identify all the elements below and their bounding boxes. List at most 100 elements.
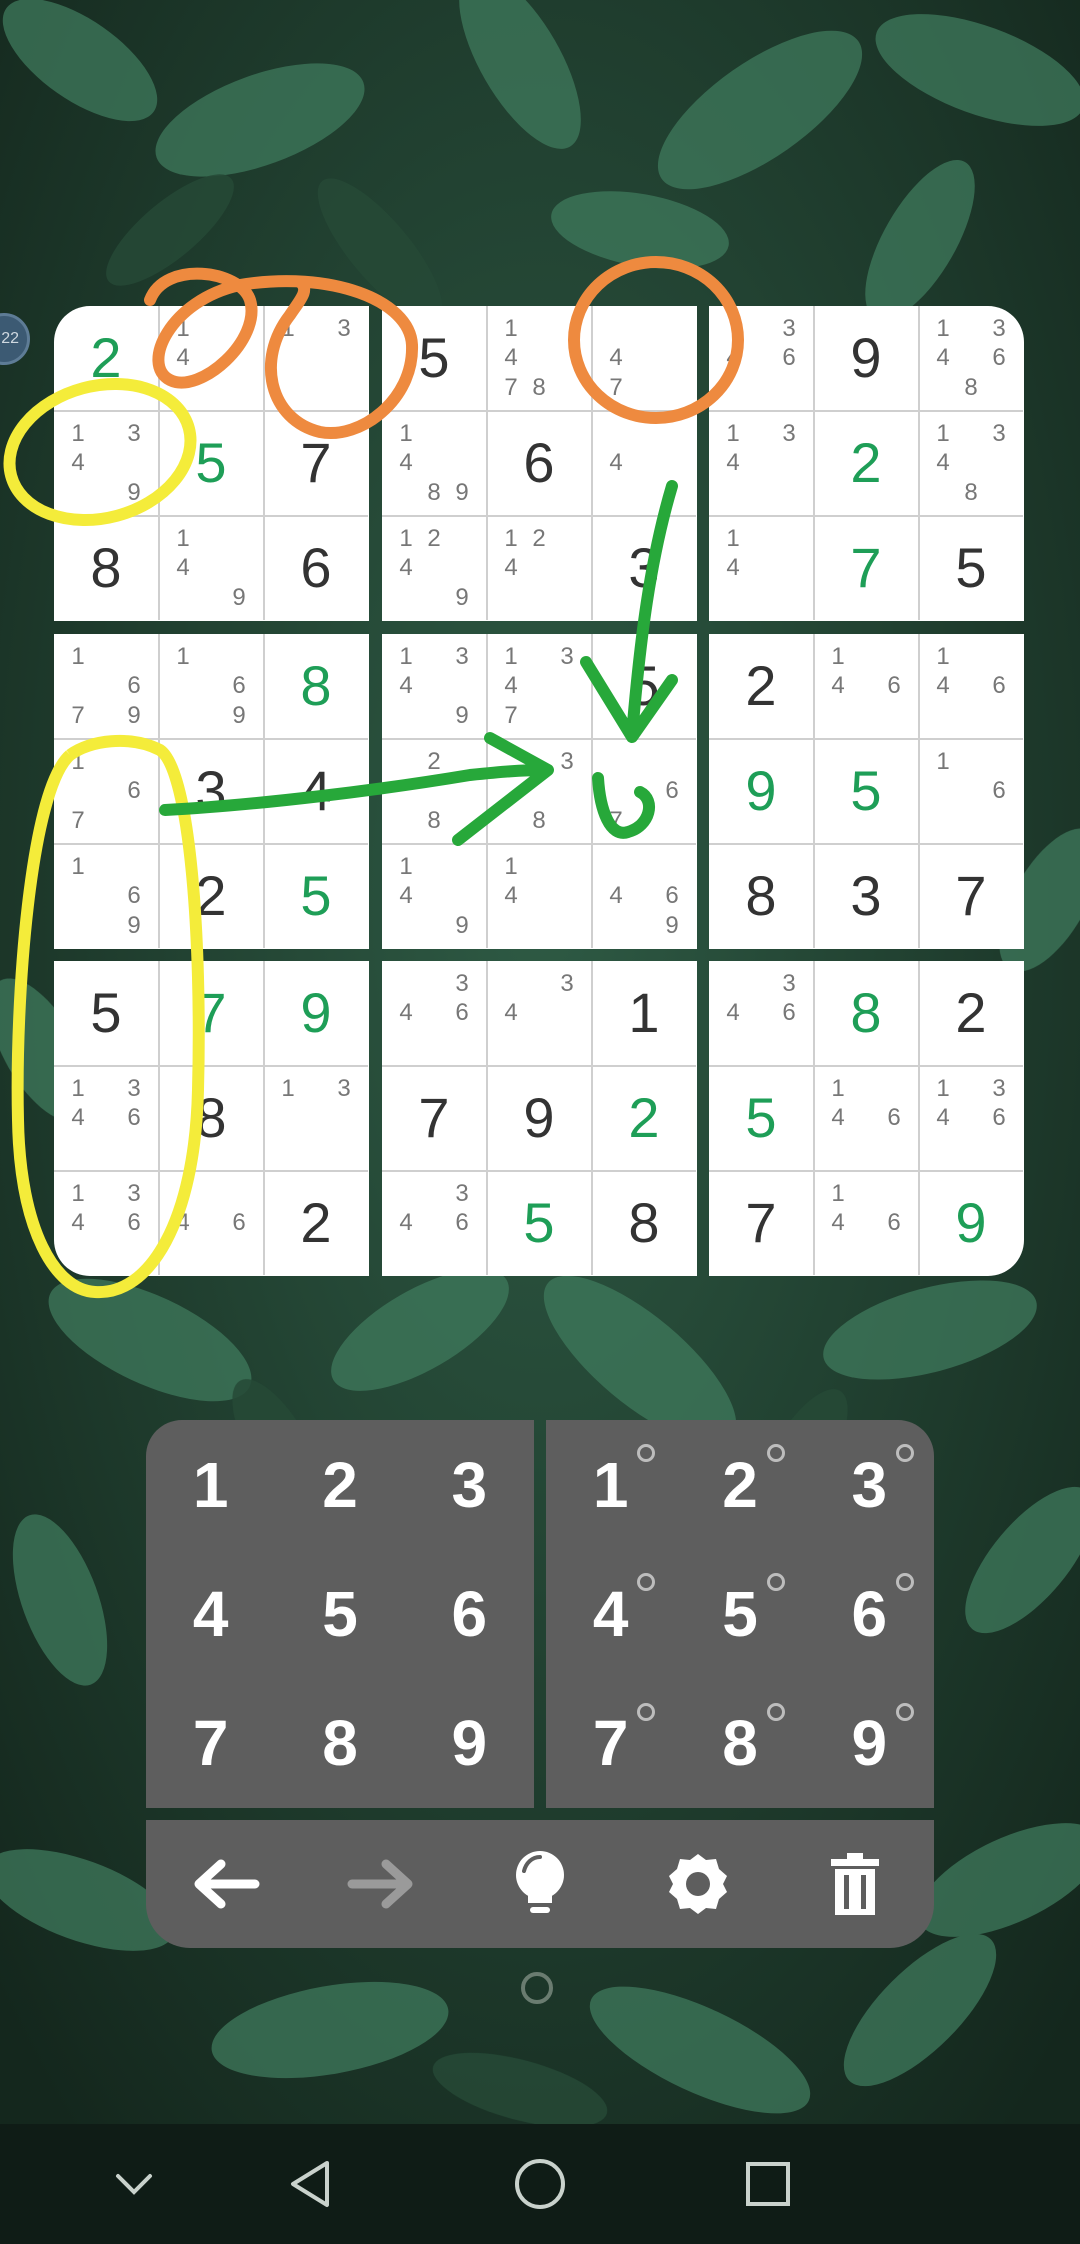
number-key[interactable]: 1 <box>146 1420 275 1549</box>
number-key[interactable]: 9 <box>405 1679 534 1808</box>
sudoku-cell[interactable]: 3 4 6 <box>382 961 488 1067</box>
number-key[interactable]: 5 <box>275 1549 404 1678</box>
sudoku-cell[interactable]: 1489 <box>382 411 488 517</box>
note-key[interactable]: 1 <box>546 1420 675 1549</box>
sudoku-cell[interactable]: 14 9 <box>382 844 488 948</box>
sudoku-cell[interactable]: 14 6 <box>814 1171 920 1275</box>
sudoku-cell[interactable]: 9 <box>487 1066 593 1172</box>
nav-collapse-button[interactable] <box>74 2124 194 2244</box>
sudoku-cell[interactable]: 5 <box>159 411 265 517</box>
note-key[interactable]: 9 <box>805 1679 934 1808</box>
sudoku-cell[interactable]: 124 <box>487 516 593 620</box>
sudoku-cell[interactable]: 1 3 48 <box>919 411 1023 517</box>
sudoku-cell[interactable]: 1 <box>592 961 696 1067</box>
sudoku-cell[interactable]: 14 <box>709 516 815 620</box>
sudoku-cell[interactable]: 5 <box>814 739 920 845</box>
sudoku-cell[interactable]: 8 <box>709 844 815 948</box>
sudoku-cell[interactable]: 34 <box>487 961 593 1067</box>
sudoku-cell[interactable]: 14 9 <box>159 516 265 620</box>
sudoku-cell[interactable]: 124 9 <box>382 516 488 620</box>
sudoku-cell[interactable]: 5 <box>709 1066 815 1172</box>
hint-button[interactable] <box>490 1834 590 1934</box>
note-key[interactable]: 7 <box>546 1679 675 1808</box>
sudoku-cell[interactable]: 9 <box>814 306 920 412</box>
sudoku-cell[interactable]: 1 3 4 <box>709 411 815 517</box>
sudoku-cell[interactable]: 14 6 <box>919 634 1023 740</box>
sudoku-cell[interactable]: 7 <box>919 844 1023 948</box>
sudoku-cell[interactable]: 4 69 <box>592 844 696 948</box>
sudoku-cell[interactable]: 8 <box>159 1066 265 1172</box>
sudoku-cell[interactable]: 3 4 6 <box>709 961 815 1067</box>
sudoku-cell[interactable]: 1 69 <box>159 634 265 740</box>
sudoku-cell[interactable]: 5 <box>487 1171 593 1275</box>
sudoku-cell[interactable]: 1679 <box>54 634 160 740</box>
settings-button[interactable] <box>648 1834 748 1934</box>
sudoku-cell[interactable]: 8 <box>264 634 368 740</box>
sudoku-cell[interactable]: 2 <box>159 844 265 948</box>
number-key[interactable]: 3 <box>405 1420 534 1549</box>
sudoku-cell[interactable]: 7 <box>814 516 920 620</box>
sudoku-cell[interactable]: 7 <box>264 411 368 517</box>
sudoku-cell[interactable]: 1 3 4 9 <box>54 411 160 517</box>
sudoku-cell[interactable]: 16 <box>919 739 1023 845</box>
sudoku-cell[interactable]: 1478 <box>487 306 593 412</box>
sudoku-cell[interactable]: 4 <box>264 739 368 845</box>
sudoku-cell[interactable]: 5 <box>54 961 160 1067</box>
undo-button[interactable] <box>175 1834 275 1934</box>
number-key[interactable]: 2 <box>275 1420 404 1549</box>
sudoku-cell[interactable]: 1 3 4 6 <box>54 1066 160 1172</box>
sudoku-cell[interactable]: 2 <box>919 961 1023 1067</box>
sudoku-cell[interactable]: 5 <box>919 516 1023 620</box>
sudoku-cell[interactable]: 9 <box>709 739 815 845</box>
sudoku-cell[interactable]: 14 6 <box>814 634 920 740</box>
nav-home-button[interactable] <box>480 2124 600 2244</box>
sudoku-cell[interactable]: 8 <box>592 1171 696 1275</box>
sudoku-cell[interactable]: 2 <box>709 634 815 740</box>
sudoku-cell[interactable]: 8 <box>54 516 160 620</box>
note-key[interactable]: 4 <box>546 1549 675 1678</box>
sudoku-cell[interactable]: 1 3 4 68 <box>919 306 1023 412</box>
sudoku-cell[interactable]: 1 3 47 <box>487 634 593 740</box>
redo-button[interactable] <box>332 1834 432 1934</box>
nav-recents-button[interactable] <box>708 2124 828 2244</box>
sudoku-cell[interactable]: 67 <box>592 739 696 845</box>
sudoku-cell[interactable]: 5 <box>592 634 696 740</box>
sudoku-cell[interactable]: 5 <box>264 844 368 948</box>
sudoku-cell[interactable]: 5 <box>382 306 488 412</box>
sudoku-cell[interactable]: 9 <box>919 1171 1023 1275</box>
sudoku-cell[interactable]: 1 69 <box>54 844 160 948</box>
sudoku-cell[interactable]: 14 6 <box>814 1066 920 1172</box>
sudoku-cell[interactable]: 2 <box>54 306 160 412</box>
delete-button[interactable] <box>805 1834 905 1934</box>
sudoku-cell[interactable]: 46 <box>159 1171 265 1275</box>
sudoku-cell[interactable]: 1 6 7 <box>54 739 160 845</box>
note-key[interactable]: 2 <box>675 1420 804 1549</box>
sudoku-cell[interactable]: 3 <box>814 844 920 948</box>
nav-back-button[interactable] <box>250 2124 370 2244</box>
note-key[interactable]: 8 <box>675 1679 804 1808</box>
sudoku-cell[interactable]: 1 3 4 6 <box>54 1171 160 1275</box>
sudoku-cell[interactable]: 8 <box>814 961 920 1067</box>
note-key[interactable]: 6 <box>805 1549 934 1678</box>
sudoku-cell[interactable]: 6 <box>264 516 368 620</box>
sudoku-cell[interactable]: 2 <box>264 1171 368 1275</box>
sudoku-cell[interactable]: 13 <box>264 1066 368 1172</box>
sudoku-cell[interactable]: 7 <box>382 1066 488 1172</box>
sudoku-cell[interactable]: 7 <box>159 961 265 1067</box>
sudoku-cell[interactable]: 9 <box>264 961 368 1067</box>
sudoku-cell[interactable]: 3 4 6 <box>709 306 815 412</box>
sudoku-cell[interactable]: 4 <box>592 411 696 517</box>
sudoku-cell[interactable]: 28 <box>382 739 488 845</box>
sudoku-cell[interactable]: 47 <box>592 306 696 412</box>
sudoku-cell[interactable]: 2 <box>592 1066 696 1172</box>
note-key[interactable]: 3 <box>805 1420 934 1549</box>
sudoku-cell[interactable]: 1 3 4 6 <box>919 1066 1023 1172</box>
number-key[interactable]: 4 <box>146 1549 275 1678</box>
number-key[interactable]: 8 <box>275 1679 404 1808</box>
sudoku-cell[interactable]: 7 <box>709 1171 815 1275</box>
sudoku-cell[interactable]: 2 <box>814 411 920 517</box>
sudoku-cell[interactable]: 3 <box>159 739 265 845</box>
number-key[interactable]: 6 <box>405 1549 534 1678</box>
sudoku-cell[interactable]: 3 <box>592 516 696 620</box>
note-key[interactable]: 5 <box>675 1549 804 1678</box>
